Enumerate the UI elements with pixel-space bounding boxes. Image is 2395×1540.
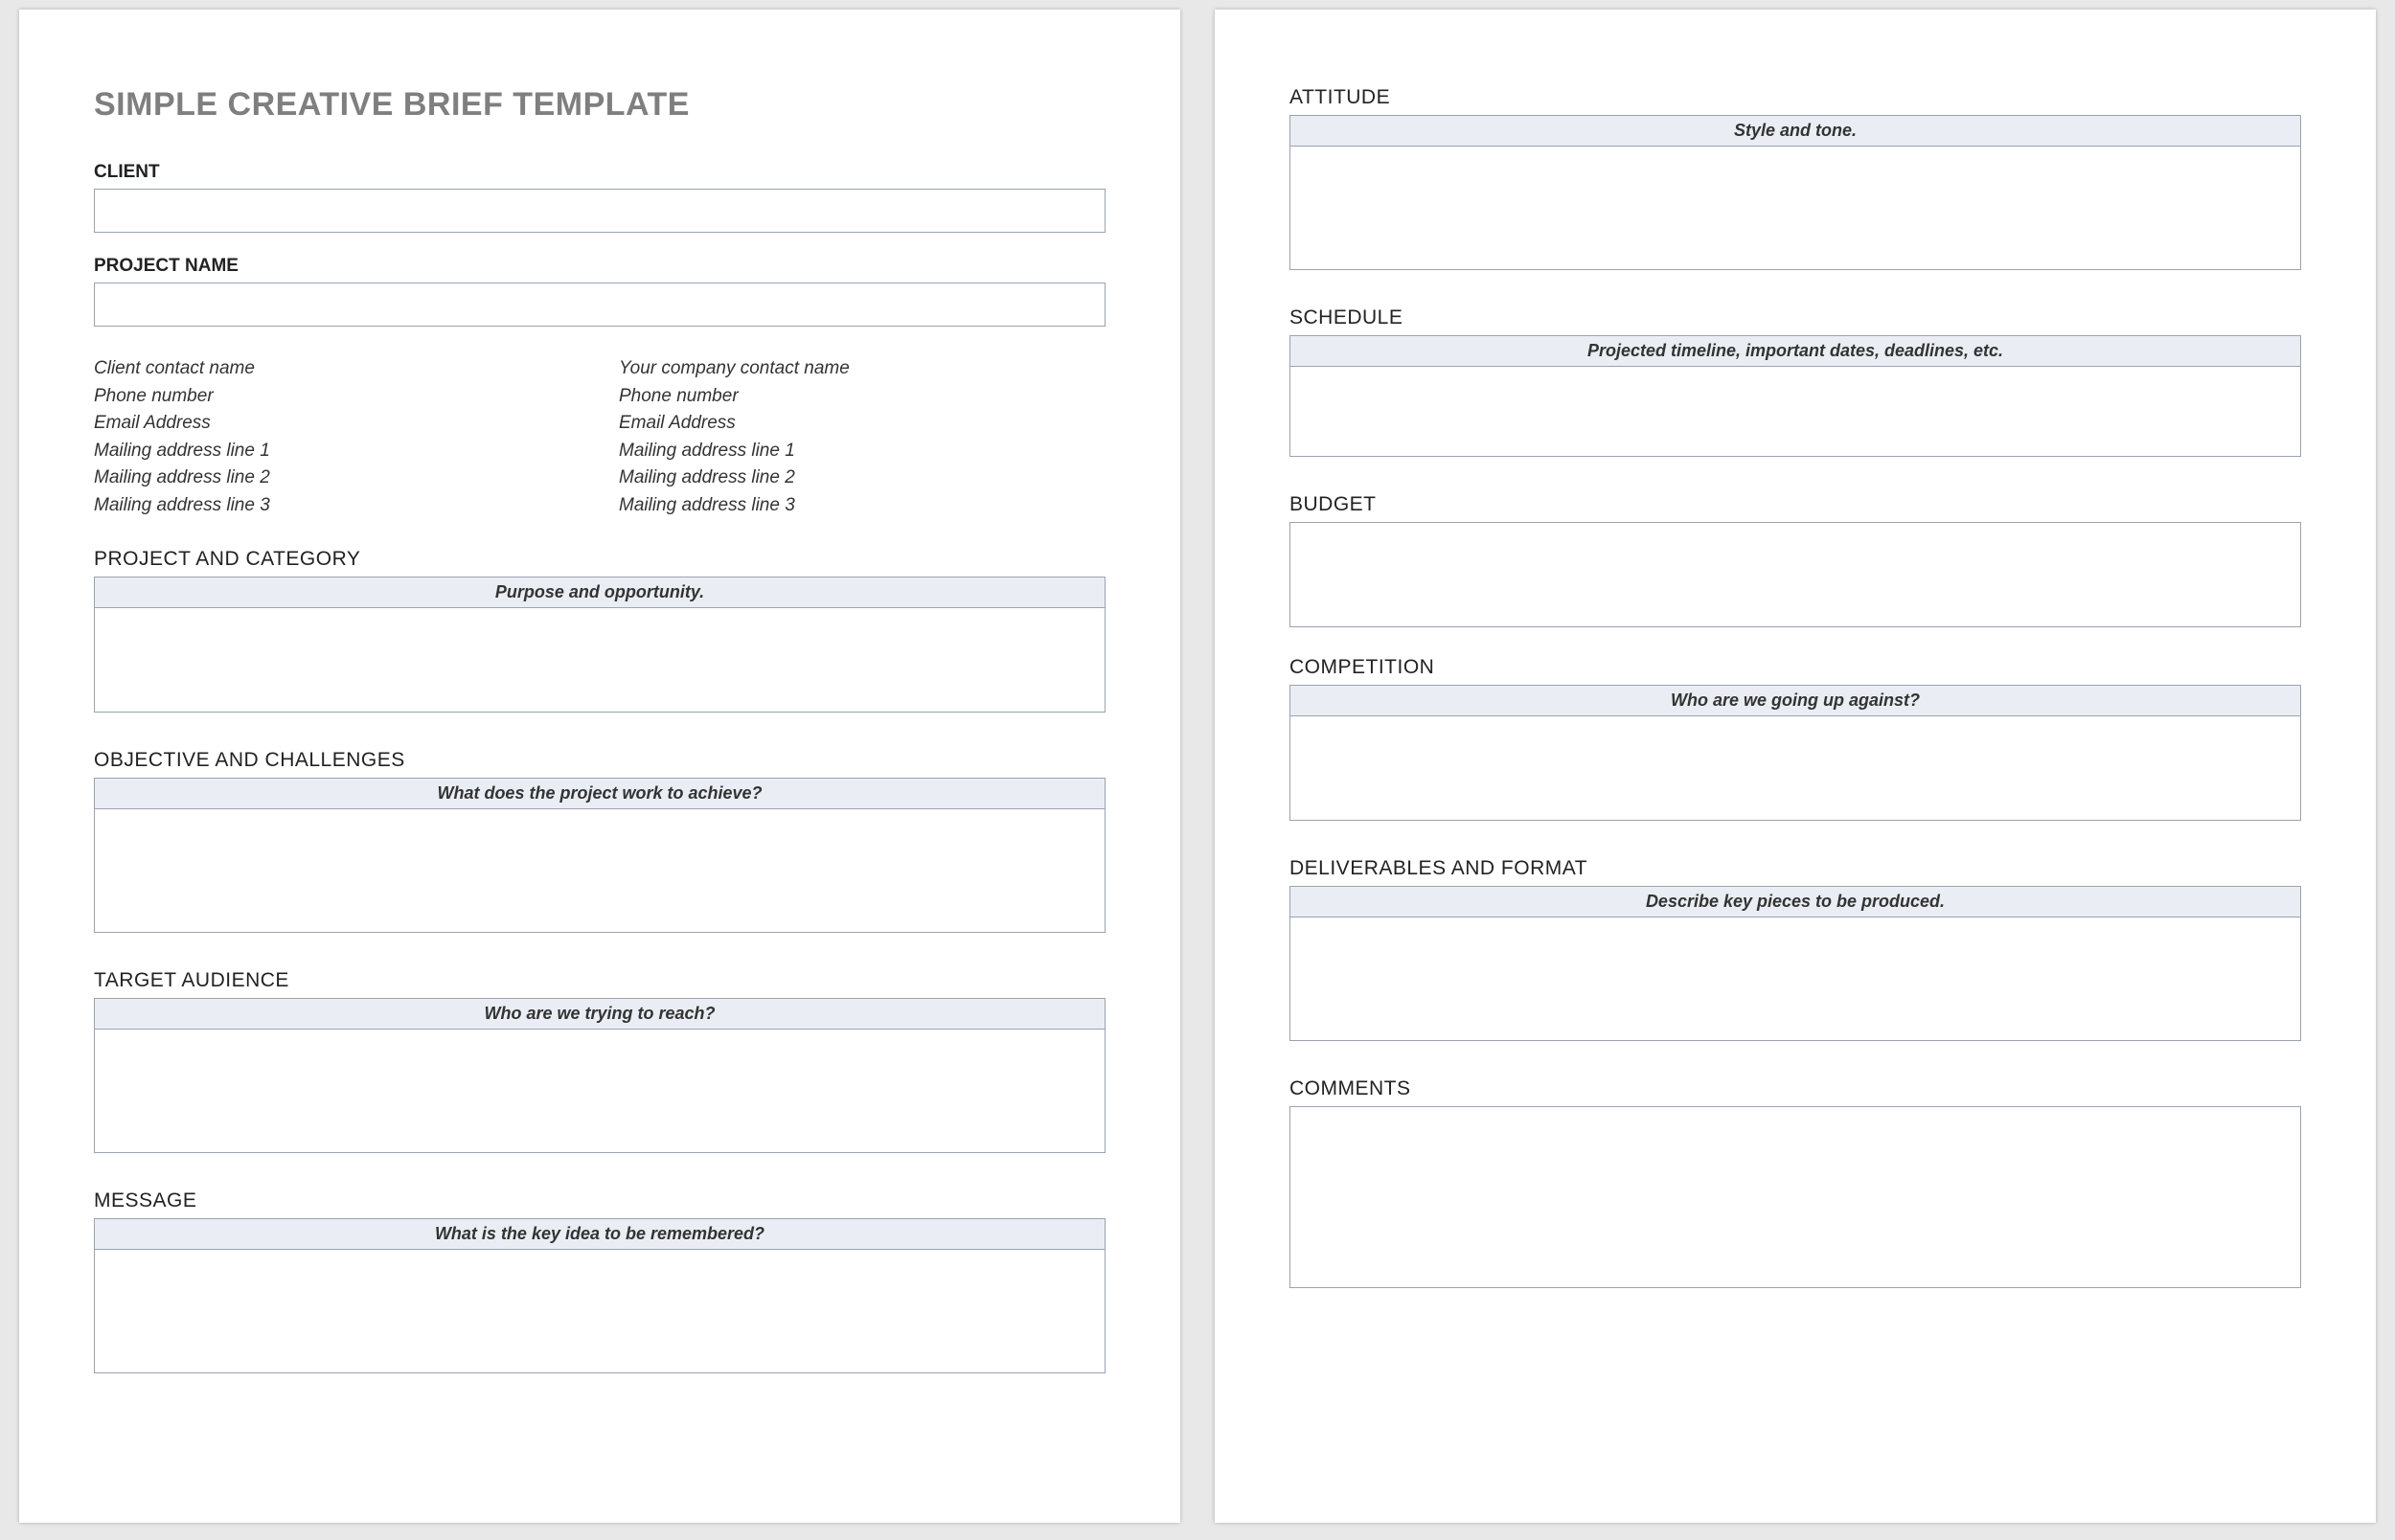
target-desc: Who are we trying to reach? <box>94 998 1106 1029</box>
client-contact-line: Mailing address line 1 <box>94 438 581 465</box>
schedule-desc: Projected timeline, important dates, dea… <box>1289 335 2301 366</box>
page-2: ATTITUDE Style and tone. SCHEDULE Projec… <box>1215 10 2376 1523</box>
project-category-desc: Purpose and opportunity. <box>94 577 1106 607</box>
comments-textarea[interactable] <box>1289 1106 2301 1288</box>
competition-heading: COMPETITION <box>1289 656 2301 679</box>
competition-desc: Who are we going up against? <box>1289 685 2301 715</box>
message-textarea[interactable] <box>94 1249 1106 1373</box>
project-category-heading: PROJECT AND CATEGORY <box>94 548 1106 571</box>
company-contact-line: Mailing address line 1 <box>619 438 1106 465</box>
project-name-input[interactable] <box>94 283 1106 327</box>
client-contact-line: Phone number <box>94 383 581 411</box>
schedule-textarea[interactable] <box>1289 366 2301 457</box>
client-contact-col: Client contact name Phone number Email A… <box>94 355 581 519</box>
client-contact-line: Email Address <box>94 410 581 438</box>
project-name-label: PROJECT NAME <box>94 256 1106 277</box>
deliverables-heading: DELIVERABLES AND FORMAT <box>1289 857 2301 880</box>
competition-textarea[interactable] <box>1289 715 2301 821</box>
budget-textarea[interactable] <box>1289 522 2301 627</box>
client-contact-line: Mailing address line 3 <box>94 492 581 520</box>
target-heading: TARGET AUDIENCE <box>94 969 1106 992</box>
client-input[interactable] <box>94 189 1106 233</box>
target-textarea[interactable] <box>94 1029 1106 1153</box>
objective-heading: OBJECTIVE AND CHALLENGES <box>94 749 1106 772</box>
company-contact-line: Your company contact name <box>619 355 1106 383</box>
deliverables-textarea[interactable] <box>1289 917 2301 1041</box>
client-contact-line: Mailing address line 2 <box>94 464 581 492</box>
deliverables-desc: Describe key pieces to be produced. <box>1289 886 2301 917</box>
company-contact-line: Phone number <box>619 383 1106 411</box>
attitude-textarea[interactable] <box>1289 146 2301 270</box>
client-contact-line: Client contact name <box>94 355 581 383</box>
company-contact-line: Mailing address line 3 <box>619 492 1106 520</box>
message-desc: What is the key idea to be remembered? <box>94 1218 1106 1249</box>
message-heading: MESSAGE <box>94 1189 1106 1212</box>
objective-textarea[interactable] <box>94 808 1106 933</box>
contact-columns: Client contact name Phone number Email A… <box>94 355 1106 519</box>
objective-desc: What does the project work to achieve? <box>94 778 1106 808</box>
schedule-heading: SCHEDULE <box>1289 306 2301 329</box>
document-title: SIMPLE CREATIVE BRIEF TEMPLATE <box>94 86 1106 124</box>
page-1: SIMPLE CREATIVE BRIEF TEMPLATE CLIENT PR… <box>19 10 1180 1523</box>
company-contact-line: Email Address <box>619 410 1106 438</box>
company-contact-col: Your company contact name Phone number E… <box>619 355 1106 519</box>
client-label: CLIENT <box>94 162 1106 183</box>
comments-heading: COMMENTS <box>1289 1077 2301 1100</box>
attitude-heading: ATTITUDE <box>1289 86 2301 109</box>
attitude-desc: Style and tone. <box>1289 115 2301 146</box>
budget-heading: BUDGET <box>1289 493 2301 516</box>
company-contact-line: Mailing address line 2 <box>619 464 1106 492</box>
project-category-textarea[interactable] <box>94 607 1106 713</box>
